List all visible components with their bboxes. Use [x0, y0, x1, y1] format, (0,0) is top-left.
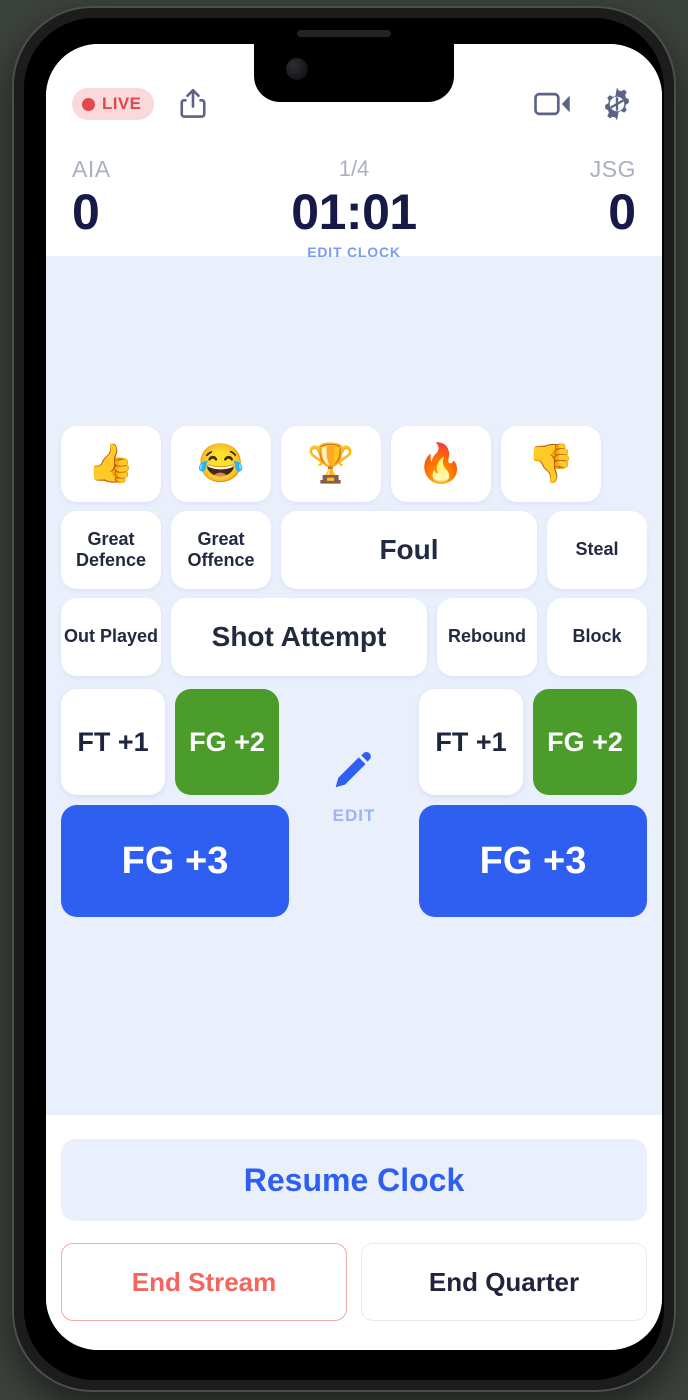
reaction-trophy-button[interactable]: 🏆	[281, 426, 381, 502]
scoring-area: FT +1 FG +2 FG +3 EDIT FT +1 FG +2 FG +3	[61, 689, 647, 924]
earpiece-speaker	[297, 30, 391, 37]
away-ft-plus-1-button[interactable]: FT +1	[419, 689, 523, 795]
clock-block: 1/4 01:01 EDIT CLOCK	[192, 154, 516, 260]
reaction-thumbs-down-button[interactable]: 👎	[501, 426, 601, 502]
great-defence-button[interactable]: Great Defence	[61, 511, 161, 589]
action-row-2: Out Played Shot Attempt Rebound Block	[61, 598, 647, 676]
footer-button-row: End Stream End Quarter	[61, 1243, 647, 1321]
away-team-score: 0	[608, 184, 636, 240]
reaction-fire-button[interactable]: 🔥	[391, 426, 491, 502]
end-quarter-button[interactable]: End Quarter	[361, 1243, 647, 1321]
steal-button[interactable]: Steal	[547, 511, 647, 589]
away-scoring-top-row: FT +1 FG +2	[419, 689, 647, 795]
edit-scoring-button[interactable]: EDIT	[309, 747, 399, 826]
edit-label: EDIT	[332, 806, 376, 825]
home-fg-plus-3-button[interactable]: FG +3	[61, 805, 289, 917]
front-camera-icon	[286, 58, 308, 80]
live-status-badge: LIVE	[72, 88, 155, 120]
gear-icon[interactable]	[598, 85, 636, 123]
away-scoring-panel: FT +1 FG +2 FG +3	[419, 689, 647, 917]
home-team-block: AIA 0	[72, 154, 192, 240]
action-row-1: Great Defence Great Offence Foul Steal	[61, 511, 647, 589]
reaction-thumbs-up-button[interactable]: 👍	[61, 426, 161, 502]
video-camera-icon[interactable]	[534, 90, 572, 118]
trophy-icon: 🏆	[307, 443, 355, 485]
shot-attempt-button[interactable]: Shot Attempt	[171, 598, 427, 676]
away-team-block: JSG 0	[516, 154, 636, 240]
home-ft-plus-1-button[interactable]: FT +1	[61, 689, 165, 795]
live-label: LIVE	[102, 94, 142, 113]
device-notch	[254, 44, 454, 102]
home-scoring-panel: FT +1 FG +2 FG +3	[61, 689, 289, 917]
home-scoring-top-row: FT +1 FG +2	[61, 689, 289, 795]
end-stream-button[interactable]: End Stream	[61, 1243, 347, 1321]
out-played-button[interactable]: Out Played	[61, 598, 161, 676]
scoreboard: AIA 0 1/4 01:01 EDIT CLOCK JSG 0	[46, 154, 662, 260]
game-clock: 01:01	[291, 184, 417, 240]
resume-clock-button[interactable]: Resume Clock	[61, 1139, 647, 1221]
away-team-name: JSG	[589, 156, 636, 182]
period-indicator: 1/4	[338, 156, 370, 181]
reaction-joy-button[interactable]: 😂	[171, 426, 271, 502]
foul-button[interactable]: Foul	[281, 511, 537, 589]
phone-frame: LIVE AIA 0 1/4 01:01 EDIT CLOCK JSG 0 👍 …	[14, 8, 674, 1390]
main-content: 👍 😂 🏆 🔥 👎 Great Defence Great Offence Fo…	[46, 256, 662, 1115]
home-fg-plus-2-button[interactable]: FG +2	[175, 689, 279, 795]
rebound-button[interactable]: Rebound	[437, 598, 537, 676]
home-team-score: 0	[72, 184, 100, 240]
thumbs-down-icon: 👎	[527, 443, 575, 485]
phone-bezel: LIVE AIA 0 1/4 01:01 EDIT CLOCK JSG 0 👍 …	[24, 18, 664, 1380]
away-fg-plus-2-button[interactable]: FG +2	[533, 689, 637, 795]
pencil-icon	[335, 752, 371, 788]
block-button[interactable]: Block	[547, 598, 647, 676]
great-offence-button[interactable]: Great Offence	[171, 511, 271, 589]
edit-clock-link[interactable]: EDIT CLOCK	[192, 244, 516, 260]
joy-icon: 😂	[197, 443, 245, 485]
live-dot-icon	[82, 97, 95, 111]
share-icon[interactable]	[178, 87, 208, 121]
footer-controls: Resume Clock End Stream End Quarter	[46, 1115, 662, 1350]
thumbs-up-icon: 👍	[87, 443, 135, 485]
away-fg-plus-3-button[interactable]: FG +3	[419, 805, 647, 917]
fire-icon: 🔥	[417, 443, 465, 485]
home-team-name: AIA	[72, 156, 111, 182]
app-screen: LIVE AIA 0 1/4 01:01 EDIT CLOCK JSG 0 👍 …	[46, 44, 662, 1350]
reaction-row: 👍 😂 🏆 🔥 👎	[61, 426, 647, 502]
